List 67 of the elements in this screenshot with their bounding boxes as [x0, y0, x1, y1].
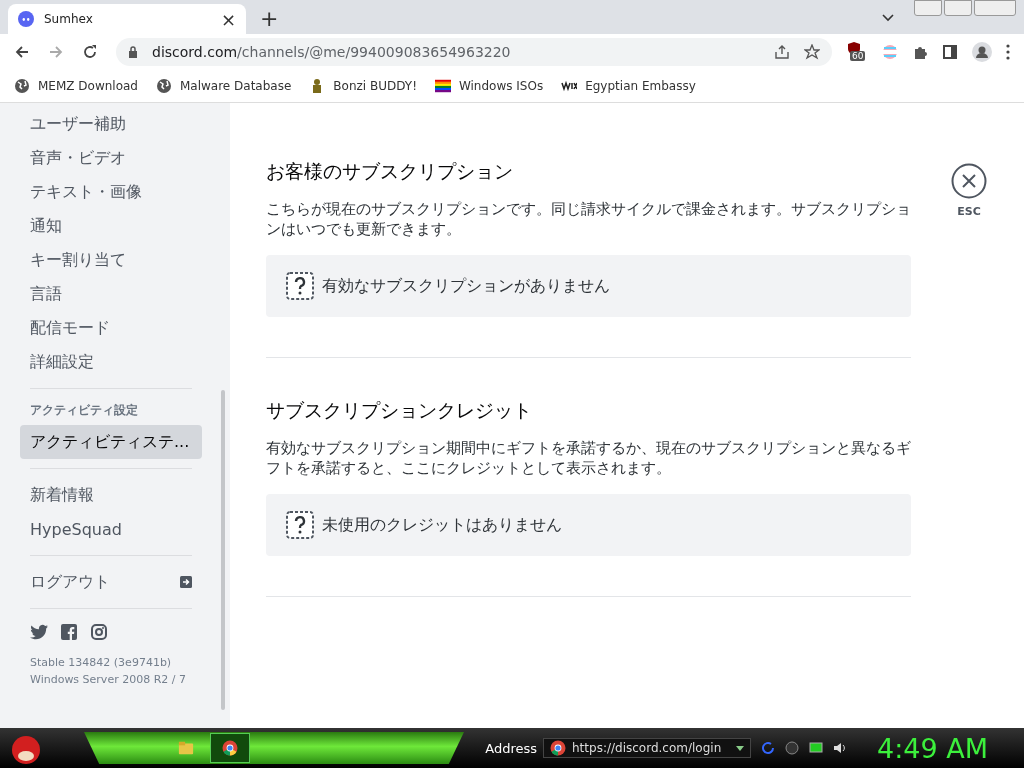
star-icon[interactable]	[804, 44, 820, 60]
speaker-icon[interactable]	[833, 741, 847, 755]
profile-icon[interactable]	[972, 42, 992, 62]
empty-state-text: 有効なサブスクリプションがありません	[322, 275, 610, 297]
sidebar-item[interactable]: 詳細設定	[20, 345, 202, 379]
instagram-icon[interactable]	[90, 624, 108, 640]
section-description: 有効なサブスクリプション期間中にギフトを承諾するか、現在のサブスクリプションと異なるギフトを承諾すると、ここにクレジットとして表示されます。	[266, 439, 911, 478]
puzzle-icon[interactable]	[912, 44, 928, 60]
bookmark[interactable]: Egyptian Embassy	[561, 78, 696, 94]
refresh-icon[interactable]	[761, 741, 775, 755]
sidebar-item[interactable]: 配信モード	[20, 311, 202, 345]
sidebar-item[interactable]: 言語	[20, 277, 202, 311]
section-title: サブスクリプションクレジット	[266, 398, 533, 423]
close-tab-button[interactable]: ×	[220, 8, 236, 30]
dropdown-icon	[736, 745, 744, 751]
share-icon[interactable]	[774, 44, 790, 60]
globe-icon	[14, 78, 30, 94]
taskbar-app-button[interactable]	[210, 733, 250, 763]
rainbow-flag-icon	[434, 78, 451, 94]
sidebar-item[interactable]: 新着情報	[20, 478, 202, 512]
esc-label: ESC	[957, 205, 981, 218]
sidebar-icon[interactable]	[942, 44, 958, 60]
lock-icon	[128, 46, 138, 58]
globe-icon	[156, 78, 172, 94]
facebook-icon[interactable]	[60, 624, 78, 640]
empty-state-text: 未使用のクレジットはありません	[322, 514, 562, 536]
section-title: お客様のサブスクリプション	[266, 159, 514, 184]
extension-badge: 60	[850, 51, 866, 61]
discord-icon	[18, 11, 34, 27]
bookmark[interactable]: Bonzi BUDDY!	[309, 78, 417, 94]
bookmark[interactable]: MEMZ Download	[14, 78, 138, 94]
sidebar-item[interactable]: ユーザー補助	[20, 107, 202, 141]
address-field[interactable]: https://discord.com/login	[543, 738, 751, 758]
question-icon	[286, 272, 314, 300]
sidebar-item[interactable]: テキスト・画像	[20, 175, 202, 209]
close-icon[interactable]	[951, 163, 987, 199]
sidebar-item[interactable]: キー割り当て	[20, 243, 202, 277]
clock: 4:49 AM	[877, 732, 988, 764]
tray-icon[interactable]	[785, 741, 799, 755]
bookmark[interactable]: Windows ISOs	[434, 78, 544, 94]
tab-title: Sumhex	[44, 12, 94, 26]
section-header: アクティビティ設定	[29, 402, 139, 419]
scrollbar[interactable]	[221, 390, 225, 710]
new-tab-button[interactable]: +	[260, 6, 279, 31]
sidebar-item[interactable]: 通知	[20, 209, 202, 243]
url-text: discord.com/channels/@me/994009083654963220	[152, 44, 511, 60]
back-icon[interactable]	[14, 44, 30, 60]
chrome-icon	[550, 740, 566, 756]
bird-icon[interactable]	[30, 624, 48, 640]
version-text: Windows Server 2008 R2 / 7	[29, 672, 187, 688]
sidebar-item[interactable]: ログアウト	[20, 565, 202, 599]
address-bar[interactable]: discord.com/channels/@me/994009083654963220	[116, 38, 832, 66]
chevron-down-icon[interactable]	[882, 14, 894, 22]
question-icon	[286, 511, 314, 539]
menu-icon[interactable]	[1006, 44, 1010, 60]
section-description: こちらが現在のサブスクリプションです。同じ請求サイクルで課金されます。サブスクリプションはいつでも更新できます。	[266, 200, 911, 239]
sidebar-item[interactable]: HypeSquad	[20, 512, 202, 546]
chrome-icon	[222, 740, 238, 756]
sidebar-item[interactable]: アクティビティステ...	[20, 425, 202, 459]
logout-icon	[180, 576, 192, 588]
address-label: Address	[485, 740, 537, 756]
browser-tab[interactable]: Sumhex ×	[8, 4, 246, 34]
sidebar-item[interactable]: 音声・ビデオ	[20, 141, 202, 175]
bookmark[interactable]: Malware Database	[156, 78, 292, 94]
reload-icon[interactable]	[82, 44, 98, 60]
version-text: Stable 134842 (3e9741b)	[29, 655, 173, 671]
monitor-icon[interactable]	[809, 741, 823, 755]
